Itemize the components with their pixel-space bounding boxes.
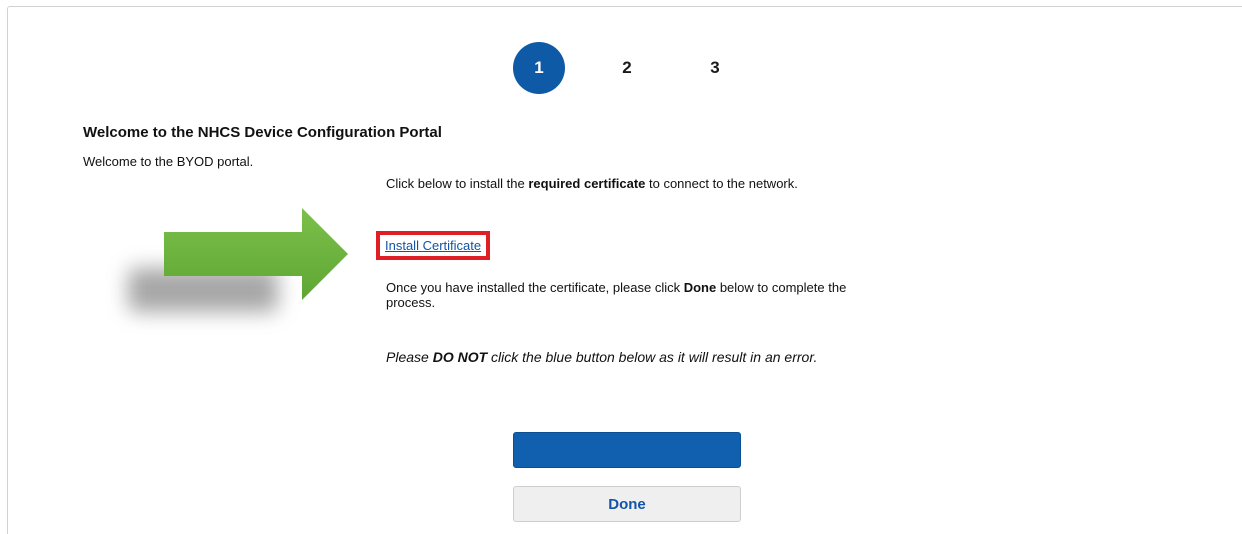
- step-2: 2: [622, 58, 632, 77]
- intro-text: Welcome to the BYOD portal.: [83, 154, 254, 169]
- blue-primary-button[interactable]: [513, 432, 741, 468]
- page-title: Welcome to the NHCS Device Configuration…: [83, 124, 442, 141]
- annotation-arrow: [120, 208, 350, 338]
- done-instruction: Once you have installed the certificate,…: [386, 280, 847, 310]
- step-1: 1: [513, 42, 565, 94]
- install-instruction: Click below to install the required cert…: [386, 176, 798, 191]
- warning-text: Please DO NOT click the blue button belo…: [386, 349, 818, 365]
- instructions: Click below to install the required cert…: [376, 176, 866, 365]
- highlight-box: Install Certificate: [376, 231, 491, 260]
- install-certificate-link[interactable]: Install Certificate: [385, 238, 481, 253]
- step-3: 3: [710, 58, 720, 77]
- done-button[interactable]: Done: [513, 486, 741, 522]
